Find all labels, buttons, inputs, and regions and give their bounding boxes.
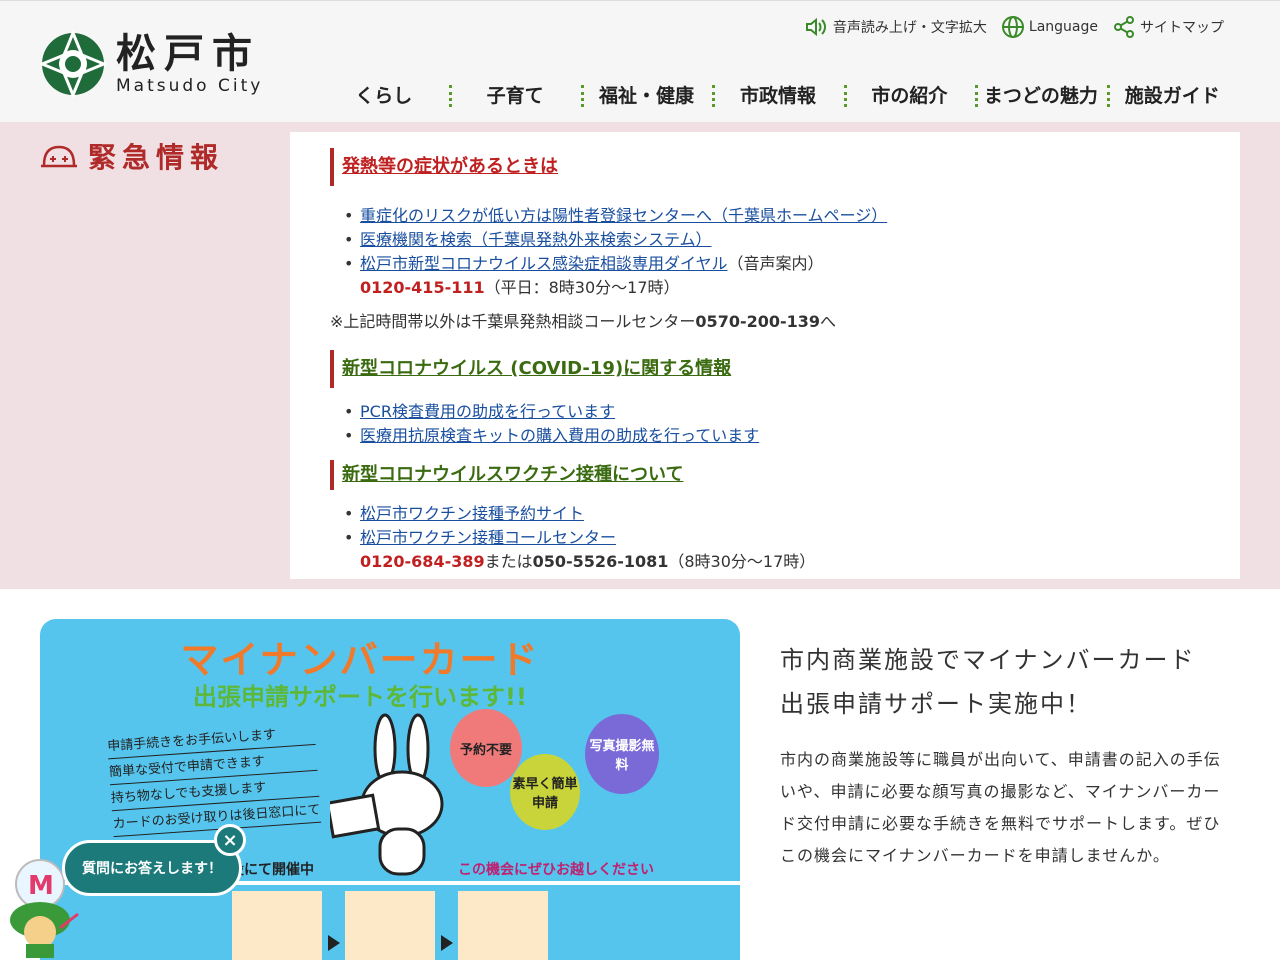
info-title-line1[interactable]: 市内商業施設でマイナンバーカード [780, 638, 1230, 682]
step-image [458, 891, 548, 960]
global-nav: くらし 子育て 福祉・健康 市政情報 市の紹介 まつどの魅力 施設ガイド [318, 81, 1238, 111]
language-link[interactable]: Language [1001, 15, 1098, 39]
logo-subtitle: Matsudo City [116, 76, 264, 96]
vaccine-phone-1: 0120-684-389 [360, 552, 485, 571]
emergency-section: 緊急情報 発熱等の症状があるときは 重症化のリスクが低い方は陽性者登録センターへ… [0, 122, 1280, 589]
covid-info-links: PCR検査費用の助成を行っています 医療用抗原検査キットの購入費用の助成を行って… [342, 400, 1200, 448]
nav-item-kosodate[interactable]: 子育て [449, 81, 580, 111]
share-icon [1114, 16, 1134, 38]
vaccine-heading: 新型コロナウイルスワクチン接種について [330, 460, 1200, 490]
voice-guide-note: （音声案内） [727, 254, 824, 273]
list-item: 松戸市ワクチン接種コールセンター 0120-684-389または050-5526… [342, 526, 1200, 574]
vaccine-hours: （8時30分～17時） [668, 552, 816, 571]
site-header: 松戸市 Matsudo City 音声読み上げ・文字拡大 Language サイ… [0, 0, 1280, 122]
vaccine-links: 松戸市ワクチン接種予約サイト 松戸市ワクチン接種コールセンター 0120-684… [342, 502, 1200, 574]
banner-open-text: 設にて開催中 [230, 862, 314, 878]
list-item: 医療用抗原検査キットの購入費用の助成を行っています [342, 424, 1200, 448]
step-arrow-icon [328, 935, 340, 951]
covid-dial-link[interactable]: 松戸市新型コロナウイルス感染症相談専用ダイヤル [360, 254, 728, 273]
list-item: 医療機関を検索（千葉県発熱外来検索システム） [342, 228, 1200, 252]
positive-registration-link[interactable]: 重症化のリスクが低い方は陽性者登録センターへ（千葉県ホームページ） [360, 206, 887, 225]
banner-title: マイナンバーカード [180, 638, 540, 682]
list-item: 松戸市ワクチン接種予約サイト [342, 502, 1200, 526]
banner-points: 申請手続きをお手伝いします 簡単な受付で申請できます 持ち物なしでも支援します … [106, 721, 322, 840]
clinic-search-link[interactable]: 医療機関を検索（千葉県発熱外来検索システム） [360, 230, 712, 249]
logo-title: 松戸市 [116, 31, 260, 77]
vaccine-booking-link[interactable]: 松戸市ワクチン接種予約サイト [360, 504, 584, 523]
emergency-title-text: 緊急情報 [88, 141, 225, 174]
antigen-kit-link[interactable]: 医療用抗原検査キットの購入費用の助成を行っています [360, 426, 759, 445]
sitemap-label: サイトマップ [1140, 20, 1224, 36]
list-item: 松戸市新型コロナウイルス感染症相談専用ダイヤル（音声案内） 0120-415-1… [342, 252, 1200, 300]
rabbit-mascot-icon [330, 713, 444, 876]
after-hours-phone: 0570-200-139 [695, 312, 821, 331]
vaccine-phone-2: 050-5526-1081 [532, 552, 669, 571]
emergency-title: 緊急情報 [40, 136, 224, 176]
list-item: 重症化のリスクが低い方は陽性者登録センターへ（千葉県ホームページ） [342, 204, 1200, 228]
after-hours-note: ※上記時間帯以外は千葉県発熱相談コールセンター0570-200-139へ [330, 310, 1200, 334]
info-title-line2[interactable]: 出張申請サポート実施中！ [780, 682, 1230, 726]
emergency-box: 発熱等の症状があるときは 重症化のリスクが低い方は陽性者登録センターへ（千葉県ホ… [290, 132, 1240, 579]
covid-dial-phone: 0120-415-111 [360, 278, 485, 297]
nav-item-shisei[interactable]: 市政情報 [712, 81, 843, 111]
utility-links: 音声読み上げ・文字拡大 Language サイトマップ [791, 15, 1224, 39]
chat-bubble[interactable]: 質問にお答えします！ [62, 840, 242, 896]
pcr-subsidy-link[interactable]: PCR検査費用の助成を行っています [360, 402, 615, 421]
sitemap-link[interactable]: サイトマップ [1112, 15, 1224, 39]
alert-lamp-icon [41, 145, 77, 168]
site-logo[interactable]: 松戸市 Matsudo City [40, 31, 263, 97]
step-arrow-icon [441, 935, 453, 951]
banner-subtitle: 出張申請サポートを行います!! [193, 683, 527, 711]
chat-close-button[interactable]: × [214, 824, 246, 856]
covid-dial-hours: （平日：8時30分～17時） [484, 278, 680, 297]
globe-icon [1001, 16, 1024, 38]
banner-cta: この機会にぜひお越しください [458, 862, 654, 878]
balloon-quick-apply: 素早く簡単申請 [510, 754, 580, 830]
after-hours-suffix: へ [820, 312, 837, 331]
covid-info-heading[interactable]: 新型コロナウイルス (COVID-19)に関する情報 [330, 350, 1200, 388]
info-body: 市内の商業施設等に職員が出向いて、申請書の記入の手伝いや、申請に必要な顔写真の撮… [780, 750, 1221, 865]
news-info: 市内商業施設でマイナンバーカード 出張申請サポート実施中！ 市内の商業施設等に職… [780, 638, 1230, 872]
fever-heading[interactable]: 発熱等の症状があるときは [330, 148, 1200, 186]
step-image [345, 891, 435, 960]
nav-item-shisetsu[interactable]: 施設ガイド [1106, 81, 1238, 111]
step-image [232, 891, 322, 960]
city-emblem-icon [40, 31, 106, 97]
nav-item-miryoku[interactable]: まつどの魅力 [975, 81, 1106, 111]
fever-links: 重症化のリスクが低い方は陽性者登録センターへ（千葉県ホームページ） 医療機関を検… [342, 204, 1200, 300]
list-item: PCR検査費用の助成を行っています [342, 400, 1200, 424]
speech-zoom-label: 音声読み上げ・文字拡大 [832, 20, 987, 36]
vaccine-callcenter-link[interactable]: 松戸市ワクチン接種コールセンター [360, 528, 616, 547]
nav-item-kurashi[interactable]: くらし [318, 81, 449, 111]
svg-text:M: M [28, 871, 54, 901]
mynumber-banner[interactable]: マイナンバーカード 出張申請サポートを行います!! 申請手続きをお手伝いします … [40, 619, 740, 960]
speaker-icon [805, 17, 826, 37]
nav-item-fukushi[interactable]: 福祉・健康 [580, 81, 712, 111]
language-label: Language [1028, 19, 1098, 35]
balloon-free-photo: 写真撮影無料 [585, 714, 659, 794]
after-hours-text: ※上記時間帯以外は千葉県発熱相談コールセンター [330, 312, 696, 331]
nav-item-shokai[interactable]: 市の紹介 [843, 81, 975, 111]
vaccine-phone-or: または [484, 552, 533, 571]
speech-zoom-link[interactable]: 音声読み上げ・文字拡大 [805, 17, 987, 37]
